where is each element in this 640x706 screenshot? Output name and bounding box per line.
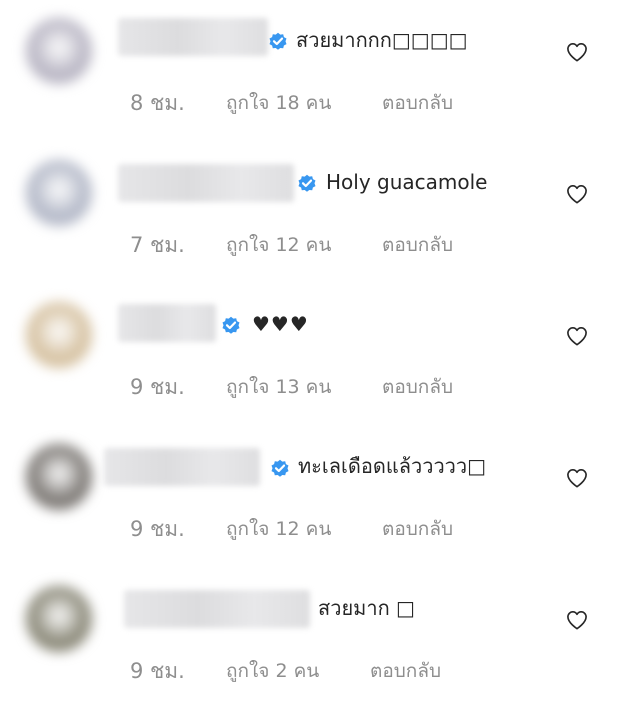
comment-time: 8 ชม. bbox=[130, 91, 185, 115]
heart-outline-icon[interactable] bbox=[566, 184, 588, 204]
avatar[interactable] bbox=[26, 444, 92, 510]
username-blurred[interactable] bbox=[118, 304, 216, 342]
avatar[interactable] bbox=[26, 302, 92, 368]
like-count[interactable]: ถูกใจ 13 คน bbox=[226, 372, 331, 402]
comment-text: สวยมากกก□□□□ bbox=[296, 28, 468, 52]
avatar[interactable] bbox=[26, 18, 92, 84]
heart-outline-icon[interactable] bbox=[566, 468, 588, 488]
reply-button[interactable]: ตอบกลับ bbox=[370, 656, 441, 686]
heart-outline-icon[interactable] bbox=[566, 326, 588, 346]
like-count[interactable]: ถูกใจ 18 คน bbox=[226, 88, 331, 118]
username-blurred[interactable] bbox=[124, 590, 310, 628]
verified-badge-icon bbox=[222, 316, 240, 334]
comment-text: Holy guacamole bbox=[326, 170, 488, 194]
comment-time: 9 ชม. bbox=[130, 659, 185, 683]
comment-text: ♥♥♥ bbox=[252, 312, 309, 336]
comment-item: Holy guacamole 7 ชม. ถูกใจ 12 คน ตอบกลับ bbox=[0, 142, 640, 284]
verified-badge-icon bbox=[298, 174, 316, 192]
comment-time: 7 ชม. bbox=[130, 233, 185, 257]
avatar[interactable] bbox=[26, 586, 92, 652]
like-count[interactable]: ถูกใจ 12 คน bbox=[226, 514, 331, 544]
verified-badge-icon bbox=[271, 459, 289, 477]
username-blurred[interactable] bbox=[118, 164, 294, 202]
reply-button[interactable]: ตอบกลับ bbox=[382, 514, 453, 544]
heart-outline-icon[interactable] bbox=[566, 610, 588, 630]
avatar[interactable] bbox=[26, 160, 92, 226]
like-count[interactable]: ถูกใจ 12 คน bbox=[226, 230, 331, 260]
comment-time: 9 ชม. bbox=[130, 517, 185, 541]
heart-outline-icon[interactable] bbox=[566, 42, 588, 62]
reply-button[interactable]: ตอบกลับ bbox=[382, 372, 453, 402]
comment-text: ทะเลเดือดแล้ววววว□ bbox=[298, 454, 487, 478]
comment-item: สวยมากกก□□□□ 8 ชม. ถูกใจ 18 คน ตอบกลับ bbox=[0, 0, 640, 142]
comment-time: 9 ชม. bbox=[130, 375, 185, 399]
username-blurred[interactable] bbox=[118, 18, 268, 56]
verified-badge-icon bbox=[269, 32, 287, 50]
comment-text: สวยมาก □ bbox=[318, 596, 415, 620]
comment-item: ทะเลเดือดแล้ววววว□ 9 ชม. ถูกใจ 12 คน ตอบ… bbox=[0, 426, 640, 568]
like-count[interactable]: ถูกใจ 2 คน bbox=[226, 656, 319, 686]
reply-button[interactable]: ตอบกลับ bbox=[382, 230, 453, 260]
comments-page: สวยมากกก□□□□ 8 ชม. ถูกใจ 18 คน ตอบกลับ H… bbox=[0, 0, 640, 706]
reply-button[interactable]: ตอบกลับ bbox=[382, 88, 453, 118]
comment-item: ♥♥♥ 9 ชม. ถูกใจ 13 คน ตอบกลับ bbox=[0, 284, 640, 426]
username-blurred[interactable] bbox=[104, 448, 260, 486]
comment-item: สวยมาก □ 9 ชม. ถูกใจ 2 คน ตอบกลับ bbox=[0, 568, 640, 706]
